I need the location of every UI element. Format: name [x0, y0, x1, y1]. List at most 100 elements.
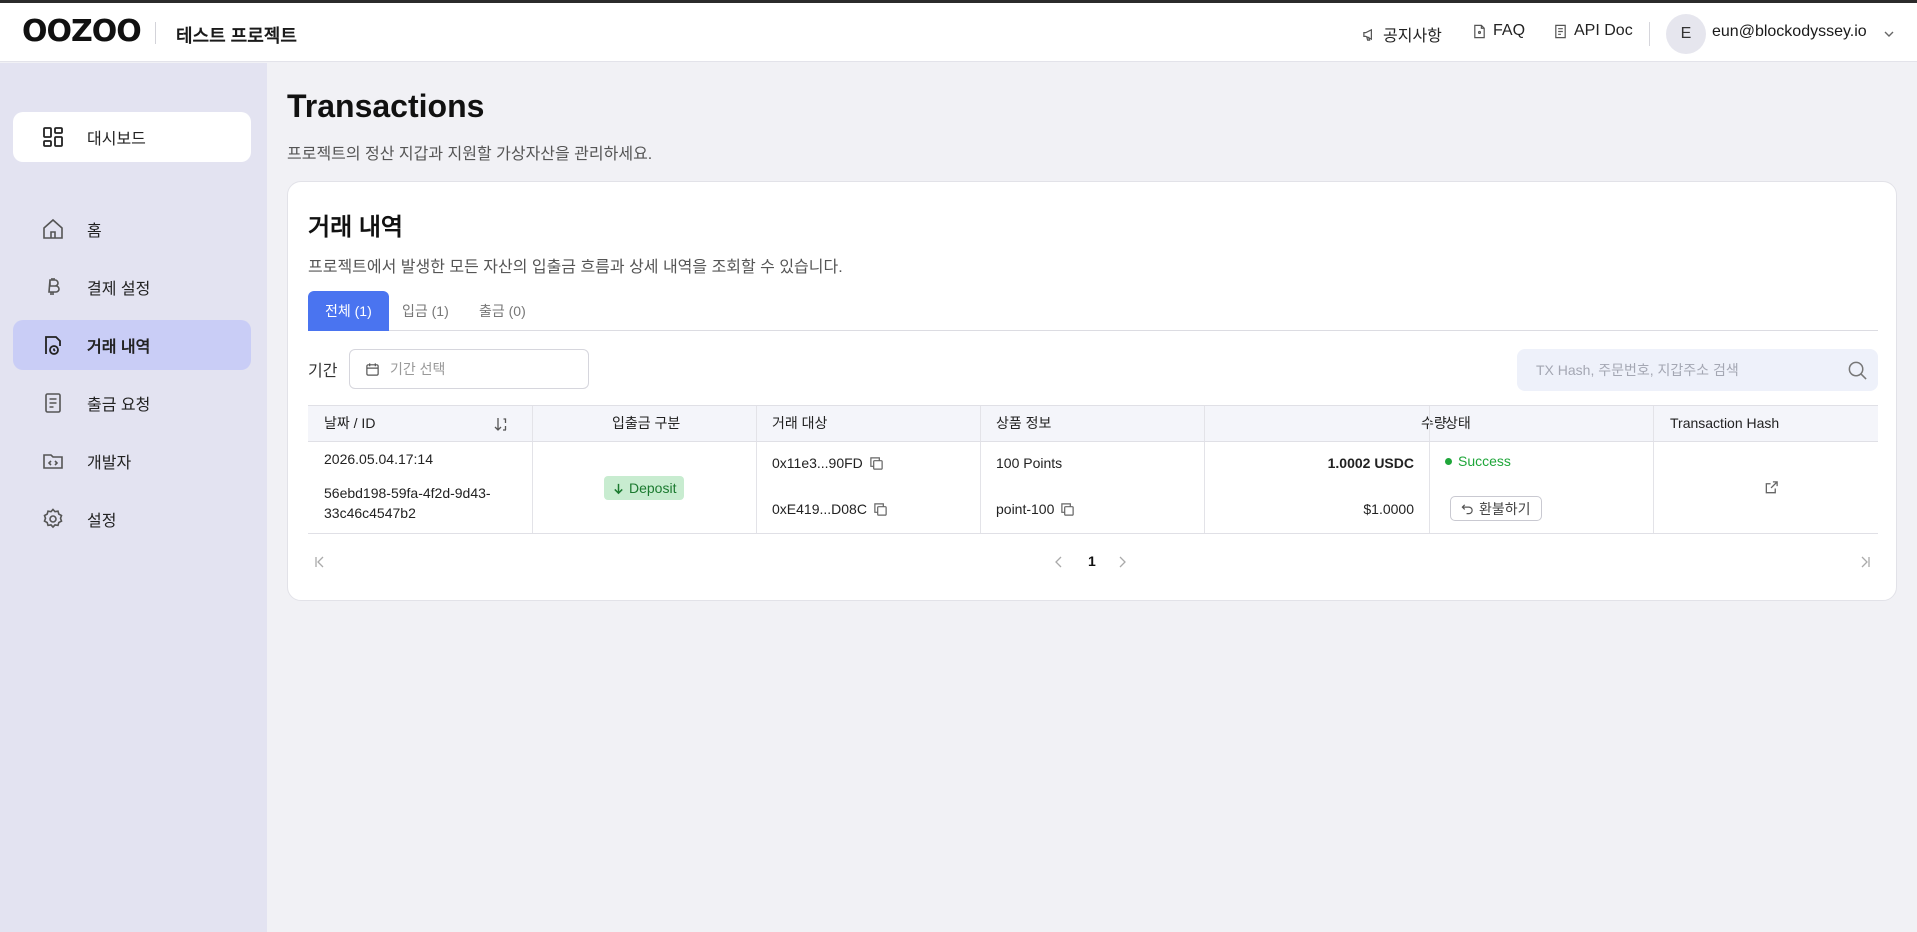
refund-button[interactable]: 환불하기 — [1450, 496, 1542, 521]
document-icon — [1474, 24, 1485, 38]
status-label: Success — [1458, 453, 1511, 469]
sidebar-item-label: 홈 — [87, 223, 102, 240]
column-header-counterparty: 거래 대상 — [772, 415, 828, 431]
column-divider — [1204, 442, 1205, 533]
sidebar-item-dashboard[interactable]: 대시보드 — [13, 112, 251, 162]
column-header-date-id: 날짜 / ID — [324, 415, 376, 431]
column-header-type: 입출금 구분 — [612, 415, 681, 431]
faq-link[interactable]: FAQ — [1472, 22, 1525, 40]
sidebar-item-label: 결제 설정 — [87, 281, 151, 298]
tab-bar: 전체 (1) 입금 (1) 출금 (0) — [308, 291, 1878, 331]
sidebar-item-withdraw-request[interactable]: 출금 요청 — [13, 378, 251, 428]
product-id-cell: point-100 — [996, 501, 1075, 517]
tab-withdraw[interactable]: 출금 (0) — [462, 291, 543, 331]
code-folder-icon — [43, 454, 63, 469]
column-header-product: 상품 정보 — [996, 415, 1052, 431]
tab-all[interactable]: 전체 (1) — [308, 291, 389, 331]
project-name[interactable]: 테스트 프로젝트 — [176, 22, 297, 48]
column-divider — [1204, 406, 1205, 441]
search-input[interactable] — [1517, 362, 1827, 378]
avatar[interactable]: E — [1666, 14, 1706, 54]
search-box — [1517, 349, 1878, 391]
sidebar-item-settings[interactable]: 설정 — [13, 494, 251, 544]
dashboard-icon — [43, 127, 63, 147]
sidebar-item-label: 대시보드 — [87, 131, 146, 148]
transactions-icon — [45, 336, 61, 355]
column-divider — [532, 406, 533, 441]
sidebar-item-label: 설정 — [87, 513, 117, 530]
sidebar-item-transactions[interactable]: 거래 내역 — [13, 320, 251, 370]
file-text-icon — [1555, 24, 1566, 38]
arrow-down-icon — [614, 483, 623, 494]
amount-fiat: $1.0000 — [1363, 501, 1414, 517]
column-divider — [980, 442, 981, 533]
column-divider — [1653, 442, 1654, 533]
status-dot — [1445, 457, 1452, 465]
column-divider — [1653, 406, 1654, 441]
product-name: 100 Points — [996, 455, 1063, 471]
chevron-double-left-icon — [315, 556, 324, 568]
transaction-id-line1: 56ebd198-59fa-4f2d-9d43- — [324, 485, 491, 501]
chevron-left-icon — [1055, 556, 1062, 568]
column-divider — [756, 442, 757, 533]
prev-page-button[interactable] — [1050, 553, 1068, 571]
search-icon[interactable] — [1847, 360, 1868, 381]
product-id: point-100 — [996, 501, 1055, 517]
current-page[interactable]: 1 — [1088, 553, 1096, 569]
app-logo[interactable]: OOZOO — [22, 17, 142, 47]
copy-icon[interactable] — [869, 456, 884, 471]
last-page-button[interactable] — [1856, 553, 1874, 571]
page-subtitle: 프로젝트의 정산 지갑과 지원할 가상자산을 관리하세요. — [287, 146, 653, 163]
column-divider — [1429, 442, 1430, 533]
header-separator — [1649, 22, 1650, 46]
tab-deposit[interactable]: 입금 (1) — [385, 291, 466, 331]
transaction-id-line2: 33c46c4547b2 — [324, 505, 416, 521]
top-header: OOZOO 테스트 프로젝트 공지사항 FAQ API Doc E eun@bl… — [0, 3, 1917, 62]
chevron-down-icon[interactable] — [1883, 28, 1895, 40]
sidebar-item-developer[interactable]: 개발자 — [13, 436, 251, 486]
megaphone-icon — [1363, 28, 1372, 41]
column-divider — [980, 406, 981, 441]
withdraw-document-icon — [45, 393, 61, 413]
pagination: 1 — [308, 547, 1878, 577]
transaction-type: Deposit — [629, 480, 677, 496]
header-divider — [155, 22, 156, 44]
column-divider — [756, 406, 757, 441]
sort-icon[interactable] — [493, 416, 509, 432]
faq-link-label: FAQ — [1493, 22, 1526, 39]
transaction-date: 2026.05.04.17:14 — [324, 451, 433, 467]
date-range-placeholder: 기간 선택 — [390, 361, 446, 377]
from-address-cell: 0x11e3...90FD — [772, 455, 884, 471]
api-doc-link[interactable]: API Doc — [1553, 22, 1633, 40]
transactions-table: 날짜 / ID 입출금 구분 거래 대상 상품 정보 수량 상태 Transac… — [308, 405, 1878, 534]
next-page-button[interactable] — [1113, 553, 1131, 571]
sidebar-item-label: 거래 내역 — [87, 339, 151, 356]
gear-icon — [43, 508, 63, 529]
sidebar-item-payment-settings[interactable]: 결제 설정 — [13, 262, 251, 312]
notice-link[interactable]: 공지사항 — [1362, 22, 1442, 46]
copy-icon[interactable] — [873, 502, 888, 517]
sidebar: 대시보드 홈 결제 설정 거래 내역 출금 요청 개발자 설정 — [0, 63, 267, 932]
api-doc-link-label: API Doc — [1574, 22, 1633, 39]
notice-link-label: 공지사항 — [1383, 28, 1442, 45]
status-badge: Success — [1445, 453, 1511, 469]
deposit-badge: Deposit — [604, 476, 685, 500]
copy-icon[interactable] — [1060, 502, 1075, 517]
table-row[interactable]: 2026.05.04.17:14 56ebd198-59fa-4f2d-9d43… — [308, 442, 1878, 534]
column-header-amount: 수량 — [1421, 415, 1447, 431]
amount: 1.0002 USDC — [1327, 455, 1414, 471]
user-email[interactable]: eun@blockodyssey.io — [1712, 23, 1867, 41]
external-link-icon[interactable] — [1764, 480, 1779, 495]
date-range-picker[interactable]: 기간 선택 — [349, 349, 589, 389]
period-label: 기간 — [308, 363, 338, 380]
to-address-cell: 0xE419...D08C — [772, 501, 888, 517]
first-page-button[interactable] — [311, 553, 329, 571]
refund-button-label: 환불하기 — [1479, 500, 1531, 517]
sidebar-item-home[interactable]: 홈 — [13, 204, 251, 254]
column-divider — [1429, 406, 1430, 441]
table-header: 날짜 / ID 입출금 구분 거래 대상 상품 정보 수량 상태 Transac… — [308, 405, 1878, 442]
card-title: 거래 내역 — [308, 214, 403, 241]
column-header-status: 상태 — [1445, 415, 1471, 431]
column-header-tx-hash: Transaction Hash — [1670, 415, 1780, 431]
from-address: 0x11e3...90FD — [772, 455, 863, 471]
